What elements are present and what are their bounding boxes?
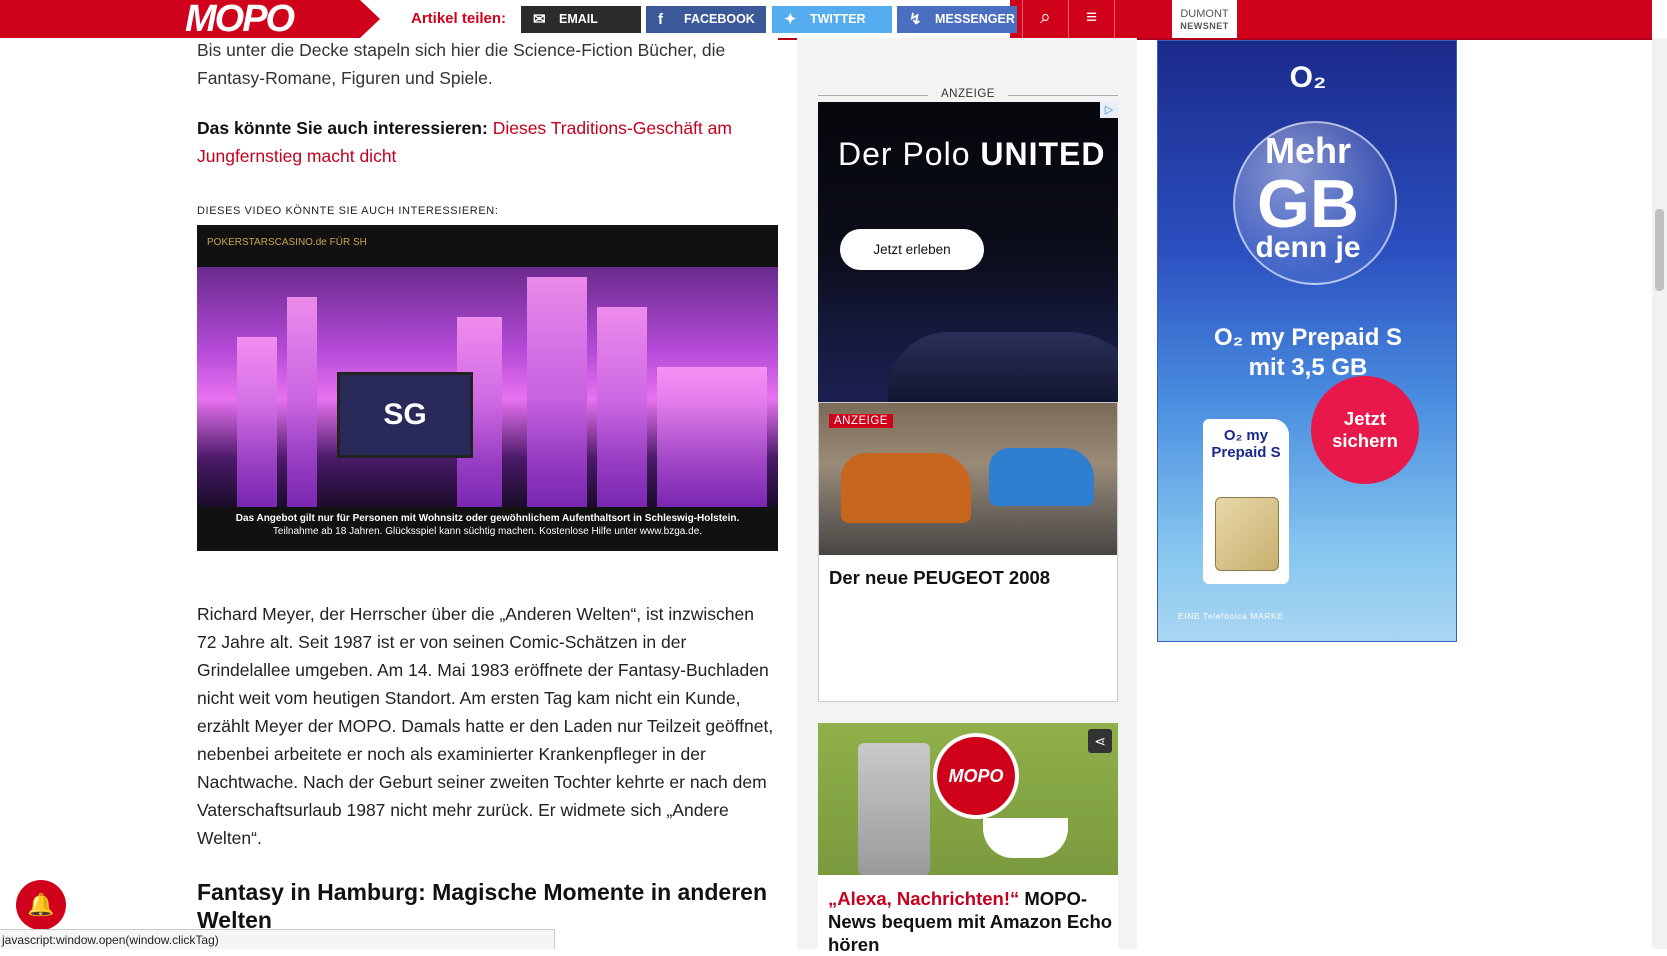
dumont-newsnet-link[interactable]: DUMONT NEWSNET xyxy=(1172,0,1237,38)
sim-card-image: O₂ my Prepaid S xyxy=(1203,419,1289,584)
building-shape xyxy=(527,277,587,507)
peugeot-ad[interactable]: ANZEIGE Der neue PEUGEOT 2008 xyxy=(818,402,1118,702)
anzeige-badge: ANZEIGE xyxy=(829,414,893,428)
video-frame xyxy=(197,267,778,507)
scrollbar-thumb[interactable] xyxy=(1655,209,1664,291)
share-messenger-button[interactable]: ↯ MESSENGER xyxy=(897,6,1017,33)
page-background xyxy=(0,38,178,949)
article-paragraph-intro: Bis unter die Decke stapeln sich hier di… xyxy=(197,40,726,88)
peugeot-ad-title[interactable]: Der neue PEUGEOT 2008 xyxy=(829,567,1050,589)
o2-plan-text: O₂ my Prepaid Smit 3,5 GB xyxy=(1213,324,1403,381)
envelope-icon: ✉ xyxy=(533,11,546,28)
alexa-teaser[interactable]: MOPO ⋖ „Alexa, Nachrichten!“ MOPO-News b… xyxy=(818,723,1118,955)
hamburger-menu-icon: ≡ xyxy=(1085,7,1098,28)
building-shape xyxy=(237,337,277,507)
video-sponsor-brand: POKERSTARSCASINO.de FÜR SH xyxy=(207,237,367,248)
video-player[interactable]: POKERSTARSCASINO.de FÜR SH SG Das Angebo… xyxy=(197,225,778,551)
share-twitter-button[interactable]: ✦ TWITTER xyxy=(772,6,892,33)
related-article-teaser: Das könnte Sie auch interessieren: Diese… xyxy=(197,114,777,170)
orange-car-image xyxy=(841,453,971,523)
notification-bell-button[interactable]: 🔔 xyxy=(16,880,66,930)
article-subheading: Fantasy in Hamburg: Magische Momente in … xyxy=(197,879,767,933)
car-image xyxy=(888,332,1118,402)
sim-card-label: O₂ my Prepaid S xyxy=(1211,427,1281,461)
o2-cta-button[interactable]: Jetzt sichern xyxy=(1311,376,1419,484)
related-label: Das könnte Sie auch interessieren: xyxy=(197,118,488,138)
facebook-icon: f xyxy=(658,11,663,28)
o2-logo: O₂ xyxy=(1289,61,1327,94)
menu-button[interactable]: ≡ xyxy=(1068,0,1115,38)
share-email-button[interactable]: ✉ EMAIL xyxy=(521,6,641,33)
telefonica-footer: EINE Telefónica MARKE xyxy=(1178,611,1284,621)
o2-headline-line1: Mehr xyxy=(1264,130,1351,171)
o2-ad[interactable]: O₂ Mehr GB denn je O₂ my Prepaid Smit 3,… xyxy=(1157,40,1457,642)
sim-chip-icon xyxy=(1215,497,1279,571)
bell-icon: 🔔 xyxy=(27,892,55,917)
building-shape xyxy=(597,307,647,507)
polo-ad[interactable]: ▷ Der Polo UNITED Jetzt erleben xyxy=(818,102,1118,402)
browser-status-bar: javascript:window.open(window.clickTag) xyxy=(0,929,555,949)
coffee-cup-image xyxy=(983,818,1068,858)
share-icon[interactable]: ⋖ xyxy=(1088,729,1112,753)
building-shape xyxy=(657,367,767,507)
alexa-teaser-image: MOPO ⋖ xyxy=(818,723,1118,875)
article-paragraph: Richard Meyer, der Herrscher über die „A… xyxy=(197,604,774,848)
adchoices-icon[interactable]: ▷ xyxy=(1100,102,1118,118)
anzeige-label: ANZEIGE xyxy=(818,88,1118,100)
o2-headline-line2: GB xyxy=(1257,166,1359,242)
mopo-logo[interactable]: MOPO xyxy=(185,0,295,38)
share-label: Artikel teilen: xyxy=(411,10,507,27)
video-section-label: DIESES VIDEO KÖNNTE SIE AUCH INTERESSIER… xyxy=(197,205,499,217)
blue-car-image xyxy=(989,448,1094,506)
o2-headline-line3: denn je xyxy=(1255,231,1361,264)
video-billboard: SG xyxy=(337,372,473,458)
video-disclaimer: Das Angebot gilt nur für Personen mit Wo… xyxy=(235,513,740,537)
search-icon: ⌕ xyxy=(1040,7,1051,28)
building-shape xyxy=(287,297,317,507)
alexa-teaser-headline[interactable]: „Alexa, Nachrichten!“ MOPO-News bequem m… xyxy=(828,887,1113,956)
echo-speaker-image xyxy=(858,743,930,875)
twitter-icon: ✦ xyxy=(784,11,797,28)
messenger-icon: ↯ xyxy=(909,11,922,28)
search-button[interactable]: ⌕ xyxy=(1022,0,1068,38)
mopo-bubble-logo: MOPO xyxy=(933,733,1019,819)
share-facebook-button[interactable]: f FACEBOOK xyxy=(646,6,766,33)
scrollbar[interactable] xyxy=(1652,38,1667,949)
polo-ad-title: Der Polo UNITED xyxy=(838,136,1106,172)
polo-cta-button[interactable]: Jetzt erleben xyxy=(840,229,984,270)
share-arrow-icon xyxy=(360,0,380,38)
